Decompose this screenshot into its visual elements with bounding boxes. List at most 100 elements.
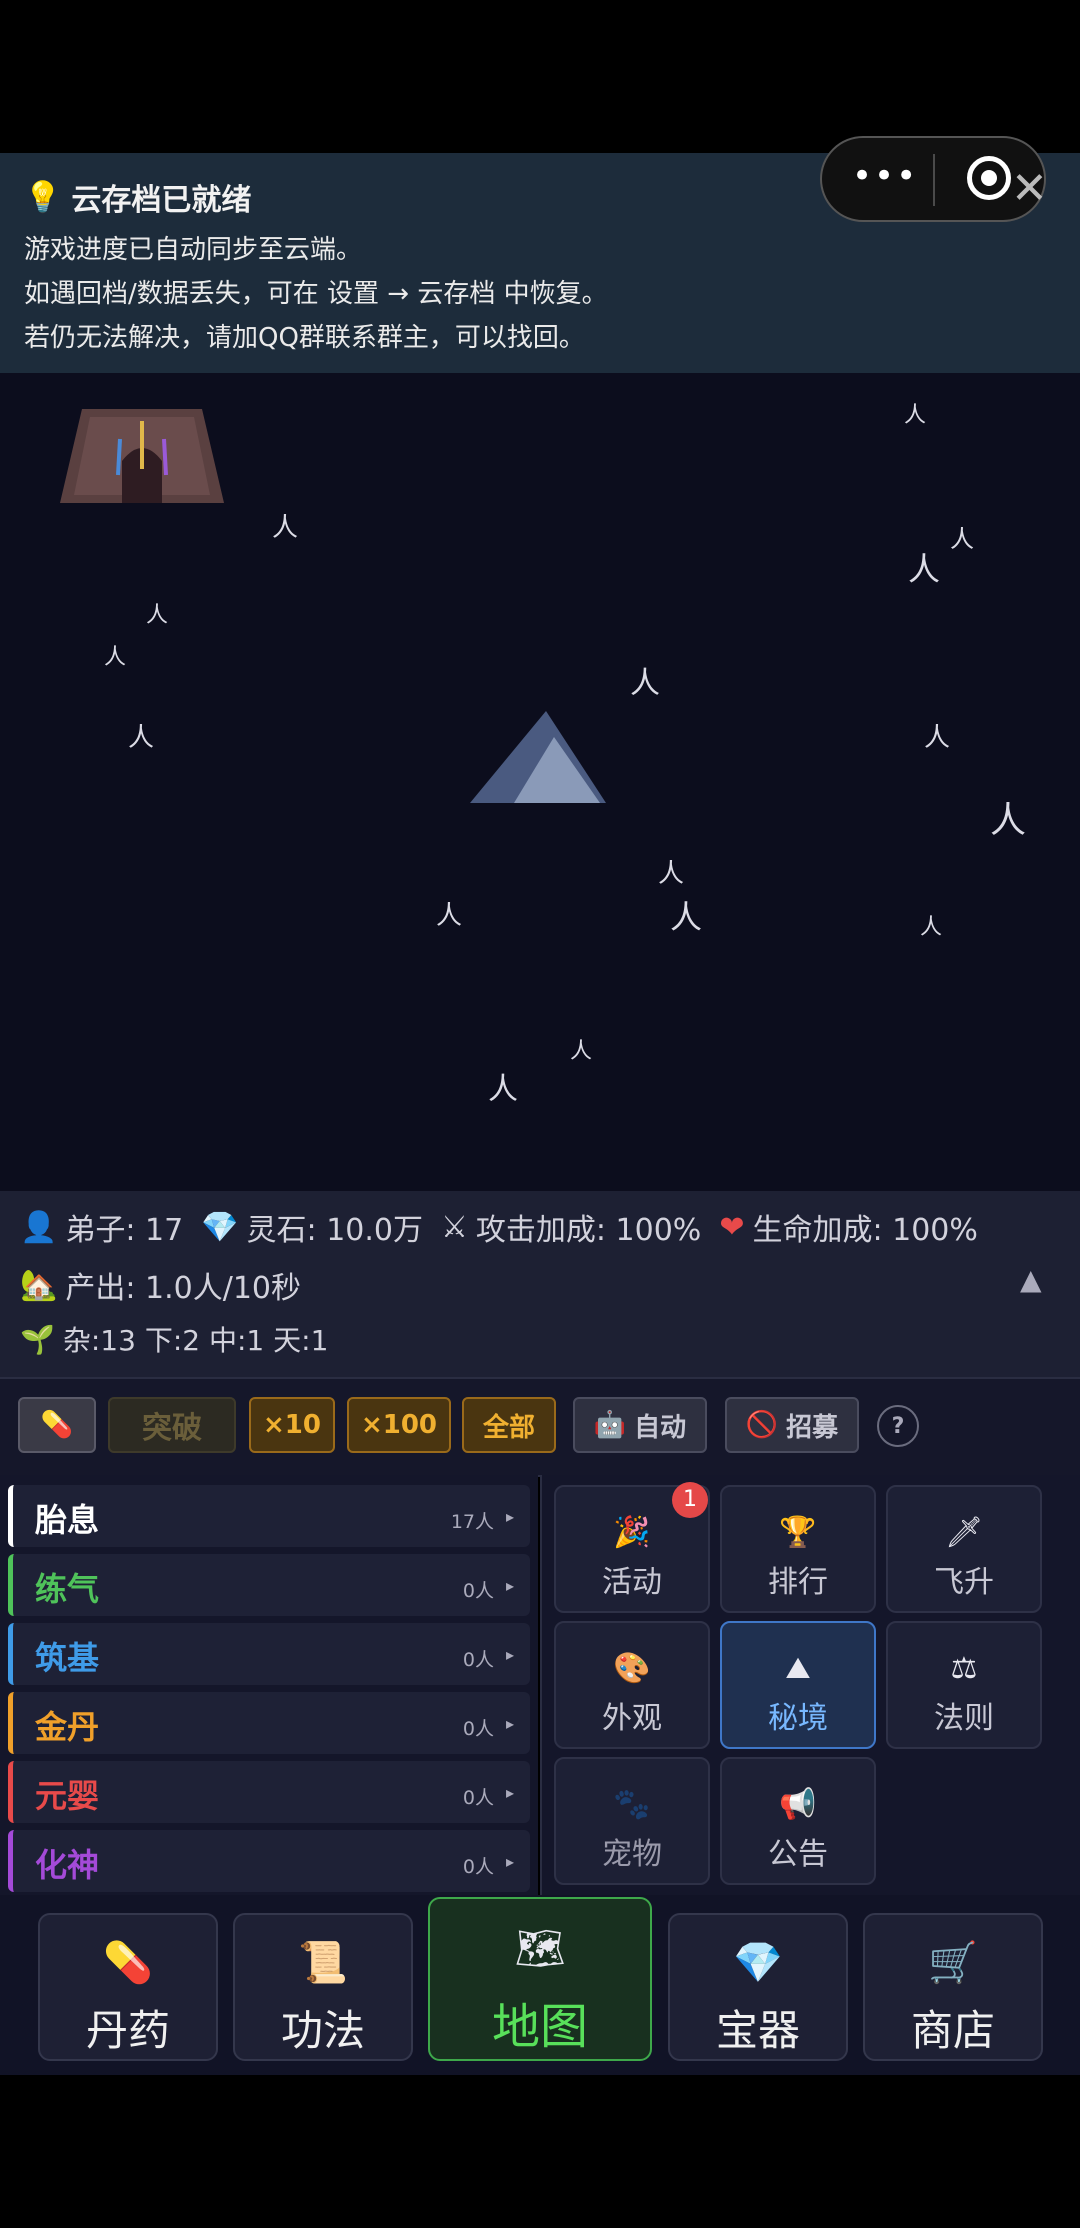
realm-row-huashen[interactable]: 化神 0人 ▸	[8, 1830, 530, 1892]
realm-count: 17人	[450, 1511, 494, 1533]
swords-icon: ⚔	[441, 1209, 468, 1245]
disciple-figure[interactable]: 人	[146, 605, 168, 627]
law-button[interactable]: ⚖ 法则	[886, 1621, 1042, 1749]
ranking-button[interactable]: 🏆 排行	[720, 1485, 876, 1613]
robot-icon: 🤖	[593, 1410, 627, 1440]
shopping-cart-icon: 🛒	[928, 1940, 978, 1986]
notice-line-2: 如遇回档/数据丢失，可在 设置 → 云存档 中恢复。	[24, 279, 608, 309]
diamond-icon: 💎	[201, 1209, 239, 1245]
pet-button[interactable]: 🐾 宠物	[554, 1757, 710, 1885]
ascend-button[interactable]: 🗡 飞升	[886, 1485, 1042, 1613]
disciple-figure[interactable]: 人	[950, 527, 974, 551]
disciple-figure[interactable]: 人	[436, 903, 462, 929]
house-icon: 🏡	[20, 1267, 58, 1303]
realm-name: 练气	[35, 1570, 100, 1608]
notice-line-1: 游戏进度已自动同步至云端。	[24, 235, 363, 265]
secret-realm-button[interactable]: ⛰ 秘境	[720, 1621, 876, 1749]
x10-button[interactable]: ×10	[249, 1397, 335, 1453]
disciple-figure[interactable]: 人	[570, 1041, 592, 1063]
stats-row-production: 🏡 产出: 1.0人/10秒	[20, 1263, 301, 1307]
disciple-count: 弟子: 17	[65, 1213, 184, 1248]
mountain-peak-icon: ⛰	[785, 1651, 811, 1686]
attack-bonus: 攻击加成: 100%	[475, 1213, 702, 1248]
arrow-right-icon: ▸	[505, 1714, 514, 1733]
nav-map[interactable]: 🗺 地图	[428, 1897, 652, 2061]
disciple-figure[interactable]: 人	[670, 901, 702, 933]
realm-row-zhuji[interactable]: 筑基 0人 ▸	[8, 1623, 530, 1685]
appearance-button[interactable]: 🎨 外观	[554, 1621, 710, 1749]
sprout-icon: 🌱	[20, 1322, 55, 1356]
cave-building-icon[interactable]	[60, 399, 224, 505]
notice-title: 💡 云存档已就绪	[24, 179, 252, 219]
map-icon: 🗺	[514, 1926, 566, 1972]
notice-line-3: 若仍无法解决，请加QQ群联系群主，可以找回。	[24, 323, 585, 353]
all-button[interactable]: 全部	[462, 1397, 556, 1453]
realm-count: 0人	[462, 1856, 494, 1878]
more-menu-button[interactable]: •••	[852, 156, 918, 196]
disciple-figure[interactable]: 人	[658, 861, 684, 887]
realm-name: 化神	[35, 1846, 100, 1884]
disciple-figure[interactable]: 人	[904, 405, 926, 427]
realm-name: 筑基	[35, 1639, 100, 1677]
pill-icon: 💊	[40, 1410, 74, 1440]
exit-miniprogram-button[interactable]	[967, 156, 1011, 200]
mountain-icon[interactable]	[470, 711, 606, 803]
sect-stats-panel: 👤 弟子: 17 💎 灵石: 10.0万 ⚔ 攻击加成: 100% ❤ 生命加成…	[0, 1191, 1080, 1377]
flying-sword-icon: 🗡	[944, 1515, 984, 1550]
disciple-figure[interactable]: 人	[924, 725, 950, 751]
stats-row-main: 👤 弟子: 17 💎 灵石: 10.0万 ⚔ 攻击加成: 100% ❤ 生命加成…	[20, 1205, 978, 1249]
disciple-figure[interactable]: 人	[908, 553, 940, 585]
bottom-navigation: 💊 丹药 📜 功法 🗺 地图 💎 宝器 🛒 商店	[0, 1895, 1080, 2075]
nav-techniques[interactable]: 📜 功法	[233, 1913, 413, 2061]
realm-row-taixi[interactable]: 胎息 17人 ▸	[8, 1485, 530, 1547]
action-toolbar: 💊 突破 ×10 ×100 全部 🤖 自动 🚫 招募 ?	[0, 1377, 1080, 1477]
heart-icon: ❤	[719, 1209, 745, 1245]
nav-treasures[interactable]: 💎 宝器	[668, 1913, 848, 2061]
disciple-figure[interactable]: 人	[128, 725, 154, 751]
arrow-right-icon: ▸	[505, 1507, 514, 1526]
pill-icon: 💊	[103, 1940, 153, 1986]
help-button[interactable]: ?	[877, 1405, 919, 1447]
disciple-figure[interactable]: 人	[104, 647, 126, 669]
feature-grid: 🎉 活动 🏆 排行 🗡 飞升 🎨 外观 ⛰ 秘境 ⚖ 法则 🐾 宠物 📢 公告	[540, 1475, 1080, 1895]
spirit-stone-count: 灵石: 10.0万	[246, 1213, 423, 1248]
recruit-button[interactable]: 🚫 招募	[725, 1397, 859, 1453]
lightbulb-icon: 💡	[24, 179, 62, 215]
auto-button[interactable]: 🤖 自动	[573, 1397, 707, 1453]
trophy-icon: 🏆	[779, 1515, 817, 1550]
realm-count: 0人	[462, 1718, 494, 1740]
disciple-icon: 👤	[20, 1209, 58, 1245]
realm-name: 金丹	[35, 1708, 100, 1746]
announcement-button[interactable]: 📢 公告	[720, 1757, 876, 1885]
arrow-right-icon: ▸	[505, 1645, 514, 1664]
stats-row-grades: 🌱 杂:13 下:2 中:1 天:1	[20, 1319, 328, 1359]
notice-close-button[interactable]: ✕	[1011, 167, 1048, 211]
realm-row-jindan[interactable]: 金丹 0人 ▸	[8, 1692, 530, 1754]
arrow-right-icon: ▸	[505, 1576, 514, 1595]
palette-icon: 🎨	[613, 1651, 651, 1686]
disciple-figure[interactable]: 人	[920, 917, 942, 939]
arrow-right-icon: ▸	[505, 1783, 514, 1802]
nav-pills[interactable]: 💊 丹药	[38, 1913, 218, 2061]
production-rate: 产出: 1.0人/10秒	[65, 1271, 301, 1306]
disciple-figure[interactable]: 人	[630, 669, 660, 699]
realm-count: 0人	[462, 1787, 494, 1809]
sect-map[interactable]: 人 人 人 人 人 人 人 人 人 人 人 人 人 人 人 人	[0, 373, 1080, 1191]
pill-button[interactable]: 💊	[18, 1397, 96, 1453]
breakthrough-button[interactable]: 突破	[108, 1397, 236, 1453]
disciple-figure[interactable]: 人	[488, 1075, 518, 1105]
realm-row-lianqi[interactable]: 练气 0人 ▸	[8, 1554, 530, 1616]
disciple-figure[interactable]: 人	[272, 515, 298, 541]
realm-count: 0人	[462, 1649, 494, 1671]
party-popper-icon: 🎉	[613, 1515, 651, 1550]
realm-name: 胎息	[35, 1501, 100, 1539]
arrow-right-icon: ▸	[505, 1852, 514, 1871]
paw-icon: 🐾	[613, 1787, 651, 1822]
x100-button[interactable]: ×100	[347, 1397, 451, 1453]
disciple-figure[interactable]: 人	[990, 803, 1026, 839]
realm-name: 元婴	[35, 1777, 100, 1815]
realm-row-yuanying[interactable]: 元婴 0人 ▸	[8, 1761, 530, 1823]
nav-shop[interactable]: 🛒 商店	[863, 1913, 1043, 2061]
realm-count: 0人	[462, 1580, 494, 1602]
collapse-toggle[interactable]: ▲	[1020, 1263, 1042, 1296]
